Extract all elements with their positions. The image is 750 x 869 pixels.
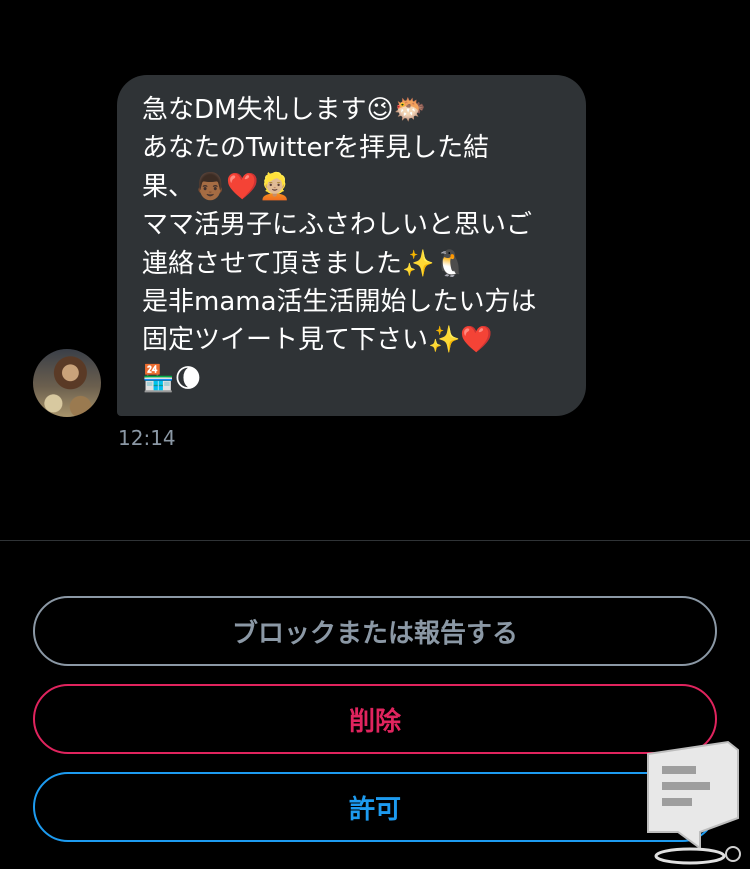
- message-bubble: 急なDM失礼します😉🐡 あなたのTwitterを拝見した結 果、👨🏾❤️👱🏼 マ…: [117, 75, 586, 416]
- message-line: あなたのTwitterを拝見した結: [142, 133, 490, 164]
- delete-button[interactable]: 削除: [33, 684, 717, 754]
- message-line: ママ活男子にふさわしいと思いご: [142, 210, 533, 241]
- message-line: 是非mama活生活開始したい方は: [142, 287, 537, 318]
- document-stand-icon: [642, 740, 742, 865]
- message-timestamp: 12:14: [118, 426, 176, 450]
- message-line: 🏪🌘: [142, 363, 202, 394]
- accept-button[interactable]: 許可: [33, 772, 717, 842]
- divider: [0, 540, 750, 541]
- message-line: 急なDM失礼します😉🐡: [142, 95, 426, 125]
- message-line: 果、👨🏾❤️👱🏼: [142, 171, 292, 202]
- message-line: 固定ツイート見て下さい✨❤️: [142, 325, 493, 356]
- avatar[interactable]: [33, 349, 101, 417]
- block-or-report-button[interactable]: ブロックまたは報告する: [33, 596, 717, 666]
- message-line: 連絡させて頂きました✨🐧: [142, 248, 467, 279]
